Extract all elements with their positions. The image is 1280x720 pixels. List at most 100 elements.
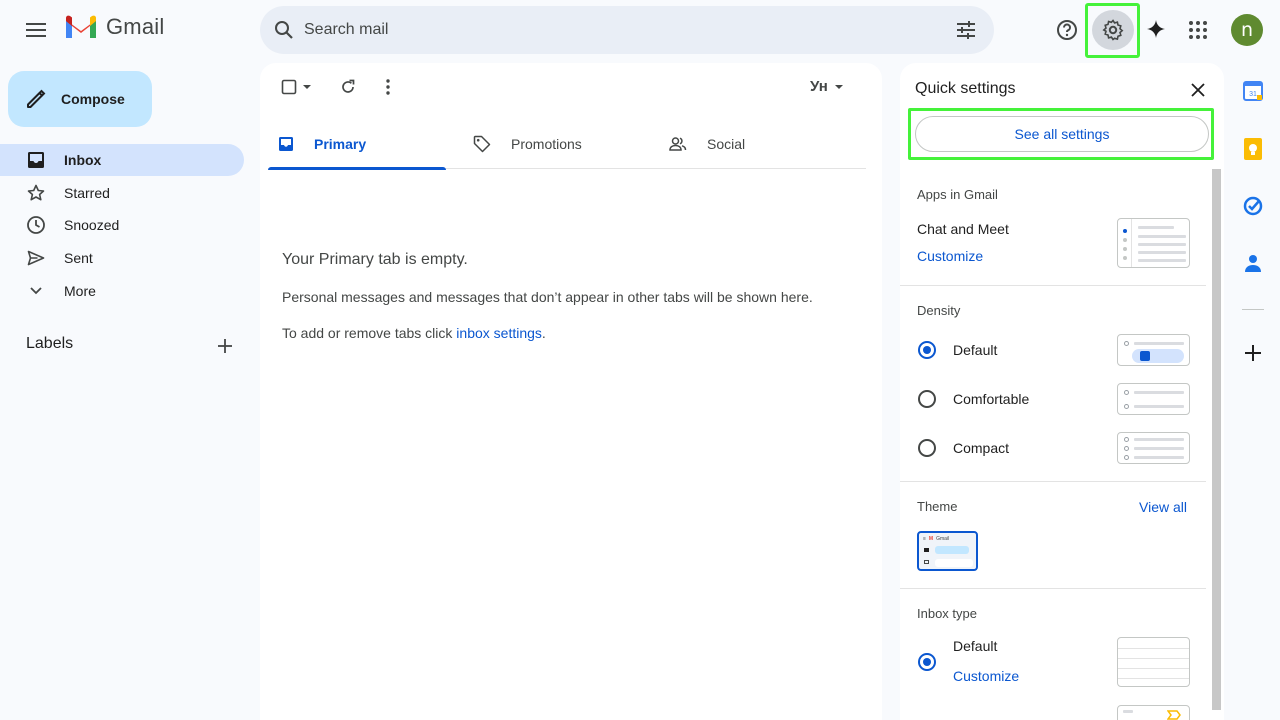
add-label-icon[interactable] [212,333,238,359]
category-tabs: Primary Promotions Social [268,119,866,170]
empty-state-hint: To add or remove tabs click inbox settin… [282,325,546,341]
view-all-themes-link[interactable]: View all [1139,499,1187,515]
thumb-dot [1124,404,1129,409]
thumb-dot [1123,256,1127,260]
apps-grid-icon[interactable] [1178,10,1218,50]
tab-social[interactable]: Social [659,119,745,169]
sidebar-item-label: Sent [64,250,93,267]
account-avatar[interactable]: n [1231,14,1263,46]
chat-meet-label: Chat and Meet [917,221,1009,237]
sidebar-item-label: Inbox [64,152,102,168]
select-checkbox[interactable] [277,75,301,99]
thumb-dot [1124,446,1129,451]
density-default-label: Default [953,342,998,358]
gmail-wordmark: Gmail [106,14,165,39]
thumb-line [1134,391,1184,394]
inbox-icon [26,150,46,170]
keep-icon[interactable] [1240,136,1266,162]
pencil-icon [27,89,46,108]
density-comfortable-label: Comfortable [953,391,1030,407]
empty-state-description: Personal messages and messages that don’… [282,289,813,305]
main-menu-button[interactable] [16,10,56,50]
see-all-settings-button[interactable]: See all settings [915,116,1209,152]
inbox-default-radio[interactable] [918,653,936,671]
star-icon [26,183,46,203]
sidebar-item-inbox[interactable]: Inbox [0,144,244,176]
thumb-dot [1123,238,1127,242]
sidebar-item-snoozed[interactable]: Snoozed [0,209,244,241]
density-compact-thumbnail [1117,432,1190,464]
theme-thumb-mail [935,559,973,567]
gmail-logo[interactable]: Gmail [64,14,164,40]
contacts-icon[interactable] [1240,250,1266,276]
empty-state-title: Your Primary tab is empty. [282,251,468,268]
theme-thumb-logo-icon: M [928,536,934,542]
theme-thumbnail[interactable]: ≡ M Gmail [917,531,978,571]
sidebar-item-label: More [64,282,96,299]
search-options-icon[interactable] [942,6,990,54]
thumb-line [1138,251,1186,254]
thumb-line [1134,342,1184,345]
thumb-line [1134,456,1184,459]
sidebar-item-sent[interactable]: Sent [0,242,244,274]
quick-settings-title: Quick settings [915,80,1016,97]
apps-section-title: Apps in Gmail [917,187,998,202]
refresh-icon[interactable] [336,75,360,99]
thumb-line [1138,235,1186,238]
tab-label: Social [707,136,746,152]
section-divider [900,588,1206,589]
thumb-row [1118,668,1189,669]
input-tools-selector[interactable]: Ун [810,78,844,95]
tab-promotions[interactable]: Promotions [463,119,582,169]
input-tools-label: Ун [810,78,828,95]
gemini-icon[interactable] [1136,10,1176,50]
quick-settings-panel: Quick settings See all settings Apps in … [900,63,1224,720]
active-tab-indicator [268,167,446,170]
calendar-icon[interactable]: 31 [1240,78,1266,104]
inbox-important-thumbnail [1117,705,1190,720]
inbox-default-thumbnail [1117,637,1190,687]
density-comfortable-radio[interactable] [918,390,936,408]
more-options-icon[interactable] [376,75,400,99]
calendar-day: 31 [1249,91,1257,98]
inbox-customize-link[interactable]: Customize [953,668,1019,684]
thumb-dot [1123,229,1127,233]
thumb-line [1134,447,1184,450]
density-default-radio[interactable] [918,341,936,359]
search-bar[interactable] [260,6,994,54]
thumb-dot [1124,455,1129,460]
theme-thumb-item [924,560,929,564]
quick-settings-scrollbar[interactable] [1212,169,1221,710]
search-icon[interactable] [260,6,308,54]
theme-thumb-title: Gmail [936,536,950,542]
thumb-dot [1123,247,1127,251]
people-icon [669,137,687,151]
density-compact-radio[interactable] [918,439,936,457]
settings-button[interactable] [1092,10,1134,50]
quick-settings-content: Apps in Gmail Chat and Meet Customize De… [900,169,1224,720]
search-input[interactable] [304,6,942,54]
add-addon-icon[interactable] [1240,340,1266,366]
theme-thumb-compose [935,546,969,554]
thumb-line [1123,710,1133,713]
mail-list-panel: Ун Primary Promotions Social Your Primar… [260,63,882,720]
thumb-line [1138,259,1186,262]
sidebar-item-more[interactable]: More [0,275,244,307]
sidebar-item-label: Snoozed [64,217,120,234]
thumb-dot [1124,341,1129,346]
compose-button[interactable]: Compose [8,71,152,127]
sidebar-item-starred[interactable]: Starred [0,177,244,209]
section-divider [900,285,1206,286]
close-icon[interactable] [1186,78,1210,102]
apps-customize-link[interactable]: Customize [917,248,983,264]
inbox-settings-link[interactable]: inbox settings [456,325,542,341]
tasks-icon[interactable] [1240,193,1266,219]
select-dropdown-icon[interactable] [300,75,314,99]
tab-primary[interactable]: Primary [268,119,446,170]
help-icon[interactable] [1047,10,1087,50]
theme-section-title: Theme [917,499,958,514]
theme-thumb-inbox [924,548,929,552]
tab-label: Promotions [511,136,582,152]
empty-state-hint-suffix: . [541,325,546,341]
empty-state-hint-prefix: To add or remove tabs click [282,325,457,341]
